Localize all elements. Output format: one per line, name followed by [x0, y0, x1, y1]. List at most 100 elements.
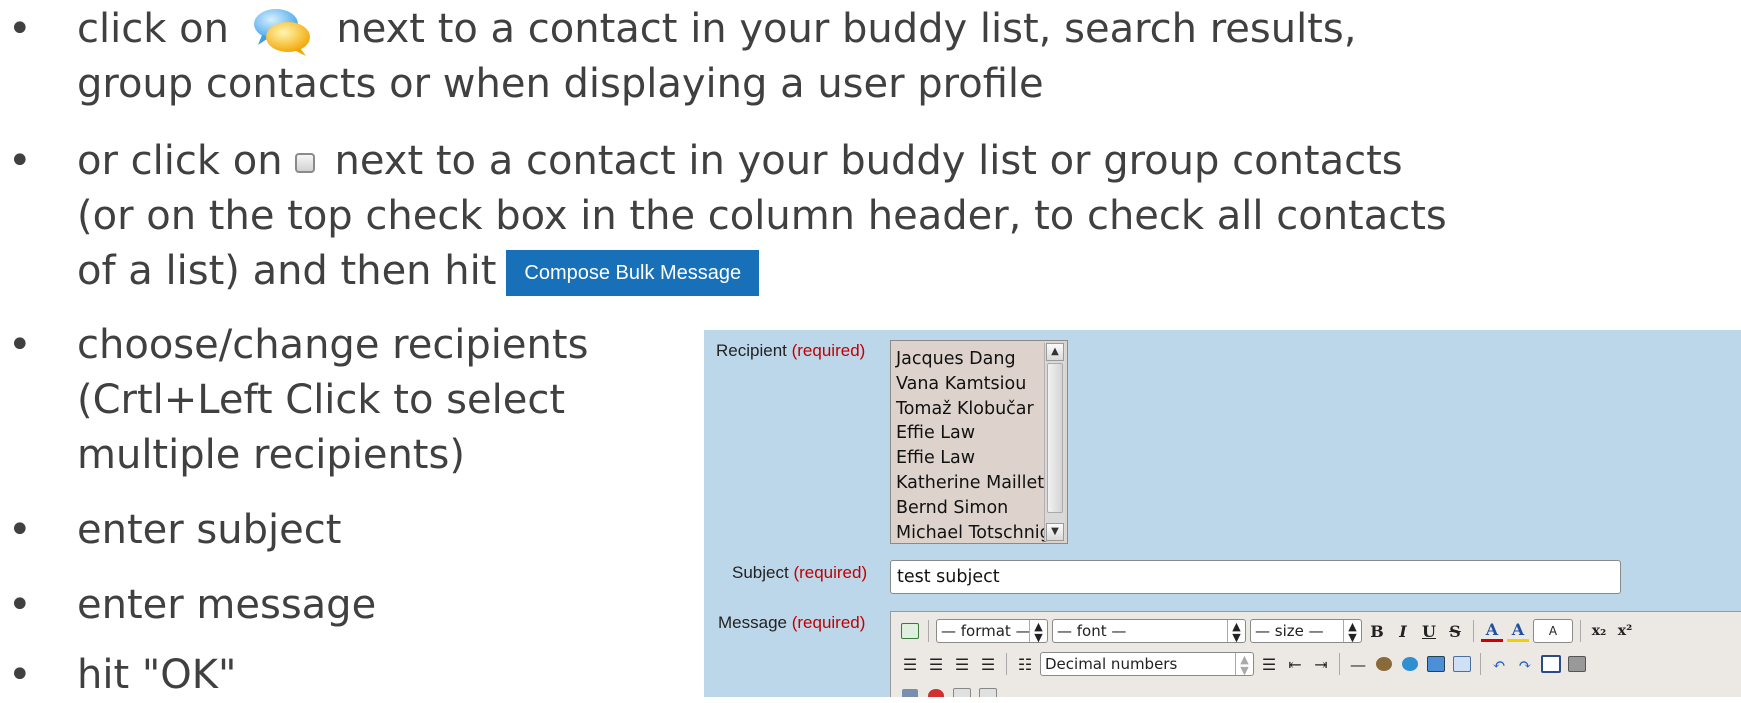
indent-icon[interactable]: ⇥ — [1310, 653, 1332, 675]
instruction-step1-line2: group contacts or when displaying a user… — [77, 61, 1044, 107]
required-tag: (required) — [793, 563, 868, 582]
bullet-marker: • — [8, 652, 32, 698]
align-center-icon[interactable]: ☰ — [925, 653, 947, 675]
instruction-step3-line1: choose/change recipients — [77, 322, 589, 368]
bullet-marker: • — [8, 507, 32, 553]
undo-icon[interactable]: ↶ — [1488, 653, 1510, 675]
recipient-option[interactable]: Bernd Simon — [896, 496, 1067, 521]
scroll-thumb[interactable] — [1047, 363, 1063, 513]
message-editor[interactable]: — format — ▲ ▼ — font — ▲ ▼ — size — ▲ ▼ B I U… — [890, 611, 1741, 697]
editor-tool-icon[interactable] — [899, 685, 921, 697]
scroll-down-icon[interactable]: ▼ — [1046, 523, 1064, 541]
bullet-marker: • — [8, 6, 32, 52]
message-label: Message (required) — [718, 613, 865, 633]
required-tag: (required) — [791, 341, 866, 360]
editor-tool-icon[interactable] — [951, 685, 973, 697]
recipient-option[interactable]: Effie Law — [896, 446, 1067, 471]
instruction-step2-line1: or click on next to a contact in your bud… — [77, 134, 1403, 189]
recipient-listbox[interactable]: Jacques Dang Vana Kamtsiou Tomaž Klobuča… — [890, 340, 1068, 544]
bullet-marker: • — [8, 322, 32, 368]
toggle-source-icon[interactable] — [899, 620, 921, 642]
step1-after-icon: next to a contact in your buddy list, se… — [336, 6, 1357, 52]
instruction-step3-line3: multiple recipients) — [77, 432, 465, 478]
scroll-up-icon[interactable]: ▲ — [1046, 343, 1064, 361]
list-type-select-value: Decimal numbers — [1045, 655, 1178, 673]
subject-input[interactable] — [890, 560, 1621, 594]
instruction-step2-line3: of a list) and then hit Compose Bulk Mess… — [77, 244, 760, 299]
listbox-scrollbar[interactable]: ▲ ▼ — [1044, 343, 1065, 541]
instruction-step1-line1: click on next to a contact in your buddy… — [77, 2, 1356, 57]
recipient-option[interactable]: Vana Kamtsiou — [896, 372, 1067, 397]
toolbar-separator — [1580, 620, 1581, 642]
recipient-option[interactable]: Tomaž Klobučar — [896, 397, 1067, 422]
format-select[interactable]: — format — ▲ ▼ — [936, 619, 1048, 643]
message-label-text: Message — [718, 613, 787, 632]
select-arrows-icon: ▲ ▼ — [1227, 620, 1245, 643]
insert-image-icon[interactable] — [1425, 653, 1447, 675]
subject-label: Subject (required) — [732, 563, 867, 583]
subject-label-text: Subject — [732, 563, 789, 582]
recipient-option[interactable]: Effie Law — [896, 421, 1067, 446]
numbered-list-icon[interactable]: ☷ — [1014, 653, 1036, 675]
editor-toolbar-row3 — [899, 682, 999, 697]
toolbar-separator — [1006, 653, 1007, 675]
editor-toolbar-row1: — format — ▲ ▼ — font — ▲ ▼ — size — ▲ ▼ B I U… — [899, 617, 1636, 645]
horizontal-rule-icon[interactable]: — — [1347, 653, 1369, 675]
editor-toolbar-row2: ☰ ☰ ☰ ☰ ☷ Decimal numbers ▲ ▼ ☰ ⇤ ⇥ — ↶ ↷ — [899, 650, 1588, 678]
align-left-icon[interactable]: ☰ — [899, 653, 921, 675]
compose-bulk-message-button[interactable]: Compose Bulk Message — [506, 250, 760, 296]
font-select[interactable]: — font — ▲ ▼ — [1052, 619, 1246, 643]
bold-button[interactable]: B — [1366, 620, 1388, 642]
format-select-value: — format — — [941, 622, 1031, 640]
style-box[interactable]: A — [1533, 619, 1573, 643]
step1-before-icon: click on — [77, 6, 229, 52]
size-select-value: — size — — [1255, 622, 1324, 640]
instruction-step2-line2: (or on the top check box in the column h… — [77, 193, 1447, 239]
list-type-select[interactable]: Decimal numbers ▲ ▼ — [1040, 652, 1254, 676]
select-arrows-icon: ▲ ▼ — [1029, 620, 1047, 643]
recipient-option[interactable]: Jacques Dang — [896, 347, 1067, 372]
select-arrows-icon: ▲ ▼ — [1343, 620, 1361, 643]
message-form-panel: Recipient (required) Jacques Dang Vana K… — [704, 330, 1741, 697]
align-justify-icon[interactable]: ☰ — [977, 653, 999, 675]
editor-tool-icon[interactable] — [977, 685, 999, 697]
step2-before-icon: or click on — [77, 138, 283, 184]
toolbar-separator — [1473, 620, 1474, 642]
instruction-step5: enter message — [77, 582, 377, 628]
instruction-step3-line2: (Crtl+Left Click to select — [77, 377, 566, 423]
chat-bubbles-icon — [250, 5, 314, 57]
print-icon[interactable] — [1566, 653, 1588, 675]
recipient-label: Recipient (required) — [716, 341, 865, 361]
select-arrows-icon: ▲ ▼ — [1235, 653, 1253, 676]
italic-button[interactable]: I — [1392, 620, 1414, 642]
toolbar-separator — [1339, 653, 1340, 675]
font-select-value: — font — — [1057, 622, 1127, 640]
instruction-step4: enter subject — [77, 507, 342, 553]
bulleted-list-icon[interactable]: ☰ — [1258, 653, 1280, 675]
recipient-option[interactable]: Katherine Maillet — [896, 471, 1067, 496]
required-tag: (required) — [791, 613, 866, 632]
align-right-icon[interactable]: ☰ — [951, 653, 973, 675]
toolbar-separator — [928, 620, 929, 642]
bullet-marker: • — [8, 138, 32, 184]
recipient-option[interactable]: Michael Totschnig — [896, 521, 1067, 546]
recipient-label-text: Recipient — [716, 341, 787, 360]
editor-tool-icon[interactable] — [925, 685, 947, 697]
subscript-button[interactable]: x₂ — [1588, 620, 1610, 642]
strikethrough-button[interactable]: S — [1444, 620, 1466, 642]
redo-icon[interactable]: ↷ — [1514, 653, 1536, 675]
toolbar-separator — [1480, 653, 1481, 675]
outdent-icon[interactable]: ⇤ — [1284, 653, 1306, 675]
font-color-icon[interactable]: A — [1481, 620, 1503, 642]
superscript-button[interactable]: x² — [1614, 620, 1636, 642]
insert-object-icon[interactable] — [1373, 653, 1395, 675]
insert-table-icon[interactable] — [1451, 653, 1473, 675]
underline-button[interactable]: U — [1418, 620, 1440, 642]
checkbox-icon — [294, 153, 315, 173]
fullscreen-icon[interactable] — [1540, 653, 1562, 675]
instruction-step6: hit "OK" — [77, 652, 237, 698]
size-select[interactable]: — size — ▲ ▼ — [1250, 619, 1362, 643]
insert-smiley-icon[interactable] — [1399, 653, 1421, 675]
step2-before-button: of a list) and then hit — [77, 248, 497, 294]
background-color-icon[interactable]: A — [1507, 620, 1529, 642]
